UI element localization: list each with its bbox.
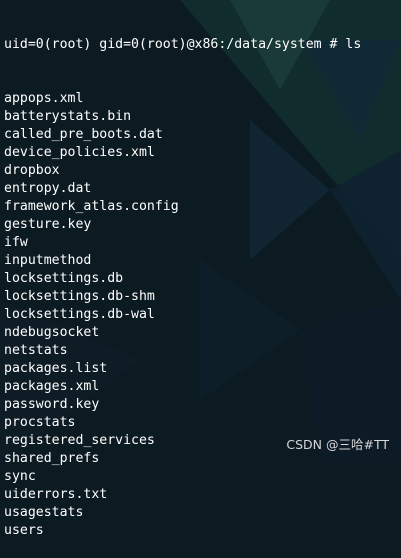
file-list-item: framework_atlas.config: [4, 199, 179, 214]
file-list-item: netstats: [4, 343, 68, 358]
terminal-prompt-line: uid=0(root) gid=0(root)@x86:/data/system…: [4, 37, 362, 52]
file-list-item: locksettings.db: [4, 271, 124, 286]
file-list-item: gesture.key: [4, 217, 92, 232]
file-list-item: dropbox: [4, 163, 60, 178]
file-list-item: packages.xml: [4, 379, 100, 394]
file-list-item: ndebugsocket: [4, 325, 100, 340]
file-list-item: locksettings.db-wal: [4, 307, 155, 322]
terminal-output[interactable]: uid=0(root) gid=0(root)@x86:/data/system…: [4, 0, 399, 558]
file-list-item: users: [4, 523, 44, 538]
file-list: appops.xml batterystats.bin called_pre_boo…: [4, 90, 399, 540]
file-list-item: locksettings.db-shm: [4, 289, 155, 304]
watermark: CSDN @三哈#TT: [286, 437, 389, 452]
file-list-item: packages.list: [4, 361, 108, 376]
file-list-item: procstats: [4, 415, 76, 430]
file-list-item: appops.xml: [4, 91, 84, 106]
file-list-item: uiderrors.txt: [4, 487, 108, 502]
file-list-item: entropy.dat: [4, 181, 92, 196]
file-list-item: sync: [4, 469, 36, 484]
file-list-item: inputmethod: [4, 253, 92, 268]
file-list-item: device_policies.xml: [4, 145, 155, 160]
file-list-item: called_pre_boots.dat: [4, 127, 163, 142]
file-list-item: password.key: [4, 397, 100, 412]
file-list-item: ifw: [4, 235, 28, 250]
file-list-item: batterystats.bin: [4, 109, 132, 124]
file-list-item: usagestats: [4, 505, 84, 520]
